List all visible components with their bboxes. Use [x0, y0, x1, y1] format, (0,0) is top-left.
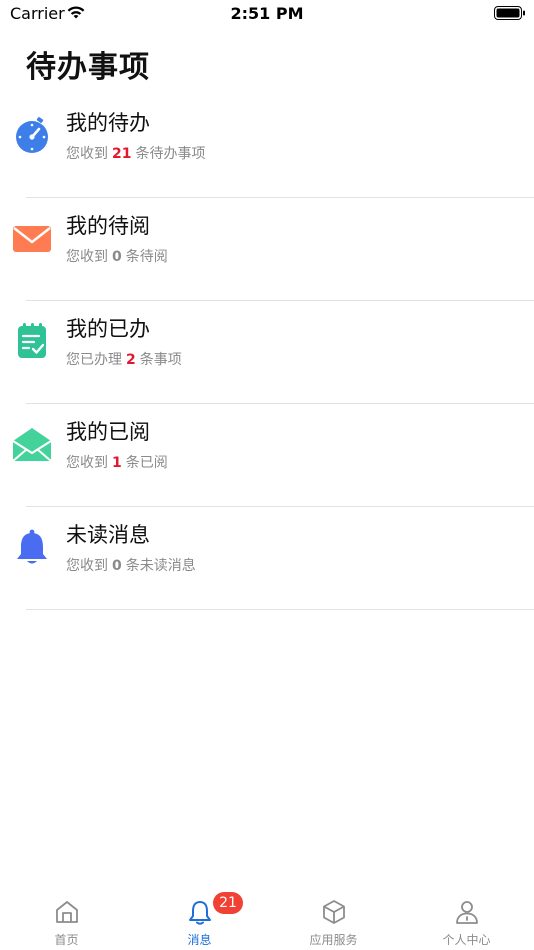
- tab-home[interactable]: 首页: [0, 892, 133, 950]
- item-subtitle: 您已办理 2 条事项: [66, 349, 182, 369]
- timer-icon: [16, 117, 48, 153]
- open-mail-icon: [12, 428, 52, 462]
- subtitle-suffix: 条未读消息: [125, 558, 196, 574]
- item-title: 我的已阅: [66, 420, 150, 444]
- item-subtitle: 您收到 0 条待阅: [66, 246, 168, 266]
- item-title: 未读消息: [66, 523, 150, 547]
- list-item-todo[interactable]: 我的待办 您收到 21 条待办事项: [0, 95, 534, 198]
- subtitle-prefix: 您收到: [66, 146, 108, 162]
- subtitle-prefix: 您已办理: [66, 352, 122, 368]
- count-badge: 2: [126, 352, 136, 368]
- tab-label: 首页: [54, 933, 79, 947]
- count-badge: 1: [112, 455, 122, 471]
- subtitle-suffix: 条待阅: [125, 249, 168, 265]
- list-item-unread[interactable]: 未读消息 您收到 0 条未读消息: [0, 507, 534, 610]
- tab-messages[interactable]: 21 消息: [133, 892, 266, 950]
- subtitle-suffix: 条待办事项: [135, 146, 206, 162]
- item-title: 我的待阅: [66, 214, 150, 238]
- item-subtitle: 您收到 1 条已阅: [66, 452, 168, 472]
- subtitle-prefix: 您收到: [66, 455, 108, 471]
- clock: 2:51 PM: [230, 4, 304, 23]
- page-title: 待办事项: [26, 50, 150, 85]
- list-item-done[interactable]: 我的已办 您已办理 2 条事项: [0, 301, 534, 404]
- tab-label: 个人中心: [442, 933, 491, 947]
- todo-list: 我的待办 您收到 21 条待办事项 我的待阅 您收到 0 条待阅 我的已办 您已…: [0, 95, 534, 610]
- count-badge: 0: [112, 558, 122, 574]
- subtitle-prefix: 您收到: [66, 249, 108, 265]
- cube-icon: [322, 900, 345, 924]
- tab-profile[interactable]: 个人中心: [400, 892, 533, 950]
- subtitle-suffix: 条事项: [139, 352, 182, 368]
- item-subtitle: 您收到 0 条未读消息: [66, 555, 196, 575]
- item-subtitle: 您收到 21 条待办事项: [66, 143, 205, 163]
- item-title: 我的已办: [66, 317, 150, 341]
- subtitle-suffix: 条已阅: [125, 455, 168, 471]
- mail-icon: [13, 226, 51, 252]
- list-item-to-read[interactable]: 我的待阅 您收到 0 条待阅: [0, 198, 534, 301]
- tab-bar: 首页 21 消息 应用服务 个人中心: [0, 892, 534, 950]
- list-item-read[interactable]: 我的已阅 您收到 1 条已阅: [0, 404, 534, 507]
- clipboard-check-icon: [18, 323, 46, 358]
- tab-app-services[interactable]: 应用服务: [267, 892, 400, 950]
- item-title: 我的待办: [66, 111, 150, 135]
- subtitle-prefix: 您收到: [66, 558, 108, 574]
- status-bar: Carrier 2:51 PM: [0, 0, 534, 30]
- home-icon: [55, 901, 78, 923]
- tab-label: 应用服务: [309, 933, 358, 947]
- tab-label: 消息: [187, 933, 212, 947]
- person-icon: [455, 901, 478, 924]
- battery-icon: [494, 6, 525, 20]
- count-badge: 0: [112, 249, 122, 265]
- count-badge: 21: [112, 146, 132, 162]
- bell-icon: [17, 529, 47, 564]
- divider: [26, 609, 534, 610]
- bell-outline-icon: [188, 901, 211, 925]
- unread-badge: 21: [213, 892, 243, 914]
